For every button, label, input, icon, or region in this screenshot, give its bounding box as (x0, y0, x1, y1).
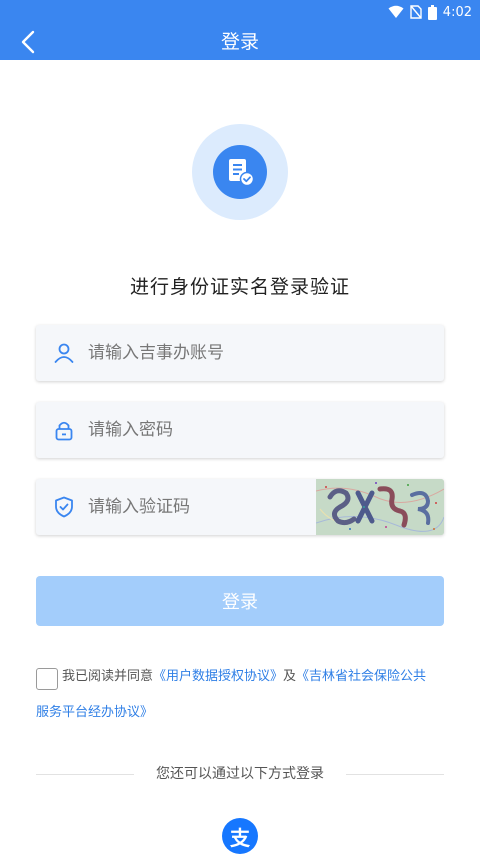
user-icon (54, 343, 74, 363)
agreement-connector: 及 (283, 669, 297, 684)
account-input[interactable] (88, 325, 338, 381)
alipay-login-button[interactable]: 支 (222, 818, 258, 854)
agreement-line-1: 我已阅读并同意《用户数据授权协议》及《吉林省社会保险公共 (62, 659, 426, 695)
account-field (36, 325, 444, 381)
alt-login-divider: 您还可以通过以下方式登录 (36, 764, 444, 784)
app-bar: 登录 (0, 24, 480, 60)
password-input[interactable] (88, 402, 338, 458)
captcha-field (36, 479, 444, 535)
battery-icon (427, 4, 437, 20)
divider-line-right (346, 774, 444, 775)
agreement-checkbox[interactable] (36, 668, 58, 690)
captcha-noise (316, 479, 444, 535)
page-title: 登录 (220, 31, 259, 53)
verification-heading: 进行身份证实名登录验证 (129, 276, 350, 298)
wifi-icon (388, 5, 404, 18)
captcha-input[interactable] (88, 479, 338, 535)
status-time: 4:02 (442, 4, 472, 20)
social-insurance-agreement-link-cont[interactable]: 服务平台经办协议》 (36, 705, 153, 720)
password-field (36, 402, 444, 458)
agreement-line-2: 服务平台经办协议》 (36, 695, 153, 731)
social-insurance-agreement-link[interactable]: 《吉林省社会保险公共 (296, 669, 426, 684)
hero-badge (192, 124, 288, 220)
lock-icon (55, 421, 73, 441)
user-data-agreement-link[interactable]: 《用户数据授权协议》 (153, 669, 283, 684)
login-button[interactable]: 登录 (36, 576, 444, 626)
alipay-icon: 支 (230, 825, 250, 850)
hero-inner-circle (213, 145, 267, 199)
captcha-image[interactable] (316, 479, 444, 535)
status-bar: 4:02 (0, 0, 480, 24)
document-verified-icon (229, 159, 255, 187)
agreement-prefix: 我已阅读并同意 (62, 669, 154, 684)
status-icons: 4:02 (388, 3, 472, 21)
shield-check-icon (55, 496, 73, 518)
no-sim-icon (410, 5, 422, 19)
